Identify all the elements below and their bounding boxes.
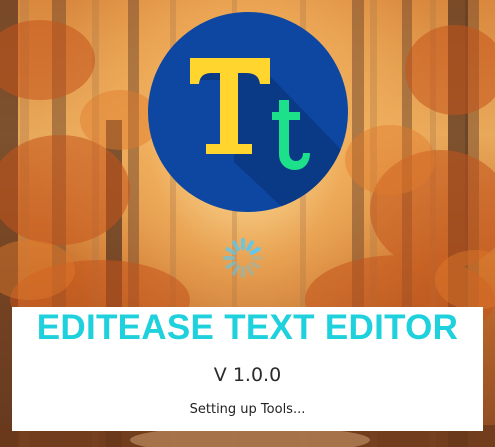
spinner-spoke [232,240,240,252]
spinner-spoke [225,261,237,269]
loading-spinner-icon [223,238,263,278]
spinner-spoke [246,240,254,252]
spinner-spoke [246,264,254,276]
spinner-spoke [225,247,237,255]
spinner-spoke [232,264,240,276]
info-panel: EDITEASE TEXT EDITOR V 1.0.0 Setting up … [12,307,483,431]
spinner-spoke [249,247,261,255]
text-editor-logo-icon [148,12,348,212]
spinner-spoke [249,261,261,269]
app-name-title: EDITEASE TEXT EDITOR [36,308,459,347]
splash-screen: EDITEASE TEXT EDITOR V 1.0.0 Setting up … [0,0,495,447]
version-label: V 1.0.0 [213,364,282,386]
loading-status-text: Setting up Tools... [189,402,306,417]
